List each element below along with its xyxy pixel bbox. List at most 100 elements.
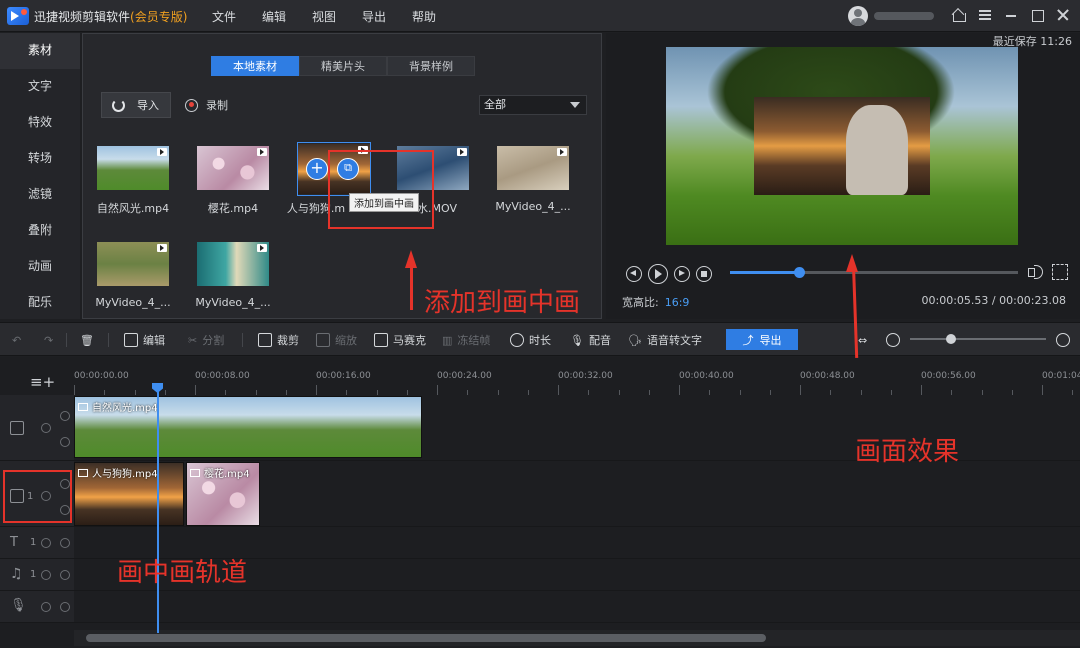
annotation-box-add-pip xyxy=(328,150,434,229)
minimize-icon[interactable] xyxy=(1002,6,1020,24)
add-to-track-button[interactable]: + xyxy=(306,158,328,180)
fit-timeline-icon[interactable]: ⇔ xyxy=(858,331,867,349)
play-icon[interactable] xyxy=(648,264,668,284)
video-badge-icon xyxy=(257,148,267,156)
volume-icon[interactable] xyxy=(1026,264,1044,280)
speech-to-text-button[interactable]: 🗣 语音转文字 xyxy=(628,331,702,349)
speaker-icon[interactable] xyxy=(60,570,70,580)
library-tabs: 本地素材 精美片头 背景样例 xyxy=(211,56,475,76)
export-button[interactable]: ⤴ 导出 xyxy=(726,329,798,350)
record-label: 录制 xyxy=(206,99,228,112)
sidebar-item-material[interactable]: 素材 xyxy=(0,33,80,69)
media-thumb-myvideo[interactable] xyxy=(197,242,269,286)
music-track-number: 1 xyxy=(30,569,37,580)
stop-icon[interactable] xyxy=(696,266,712,282)
tab-intros[interactable]: 精美片头 xyxy=(299,56,387,76)
tab-local-media[interactable]: 本地素材 xyxy=(211,56,299,76)
lock-icon[interactable] xyxy=(41,538,51,548)
home-icon[interactable] xyxy=(950,6,968,24)
media-thumb-sakura[interactable] xyxy=(197,146,269,190)
timeline-zoom-slider[interactable] xyxy=(910,338,1046,340)
clip-nature[interactable]: 自然风光.mp4 xyxy=(74,396,422,458)
previous-frame-icon[interactable] xyxy=(626,266,642,282)
video-badge-icon xyxy=(190,468,200,477)
menu-export[interactable]: 导出 xyxy=(362,8,412,25)
close-icon[interactable] xyxy=(1054,6,1072,24)
user-avatar[interactable] xyxy=(848,6,868,26)
import-button[interactable]: 导入 xyxy=(101,92,171,118)
mosaic-button[interactable]: 马赛克 xyxy=(374,331,426,349)
menu-icon[interactable] xyxy=(976,6,994,24)
lock-icon[interactable] xyxy=(41,570,51,580)
track-voice xyxy=(74,591,1080,623)
zoom-out-icon[interactable] xyxy=(886,331,900,349)
record-icon xyxy=(185,98,198,112)
zoom-in-icon[interactable] xyxy=(1056,331,1070,349)
timeline-zoom-handle[interactable] xyxy=(945,334,956,344)
clip-sakura[interactable]: 樱花.mp4 xyxy=(186,462,260,526)
title-bar: 迅捷视频剪辑软件(会员专版) 文件 编辑 视图 导出 帮助 xyxy=(0,0,1080,32)
media-label: 樱花.mp4 xyxy=(207,202,259,215)
tab-backgrounds[interactable]: 背景样例 xyxy=(387,56,475,76)
crop-button[interactable]: 裁剪 xyxy=(258,331,299,349)
timeline-scrollbar[interactable] xyxy=(86,634,766,642)
dub-button[interactable]: 🎙 配音 xyxy=(570,331,611,349)
aspect-ratio[interactable]: 宽高比: 16:9 xyxy=(622,294,689,310)
ruler-tick-label: 00:00:40.00 xyxy=(679,371,734,381)
lock-icon[interactable] xyxy=(41,602,51,612)
sidebar-item-animation[interactable]: 动画 xyxy=(0,249,80,285)
ruler-tick-label: 00:00:56.00 xyxy=(921,371,976,381)
split-button[interactable]: ✂ 分割 xyxy=(188,331,224,349)
seek-handle[interactable] xyxy=(794,267,806,278)
record-option[interactable]: 录制 xyxy=(185,97,228,113)
timeline: ≡+ 00:00:00.00 00:00:08.00 00:00:16.00 00:0… xyxy=(0,357,1080,648)
speaker-icon[interactable] xyxy=(60,602,70,612)
timecode: 00:00:05.53 / 00:00:23.08 xyxy=(921,294,1067,307)
sidebar-item-transitions[interactable]: 转场 xyxy=(0,141,80,177)
freeze-frame-button[interactable]: ▥ 冻结帧 xyxy=(442,331,490,349)
time-ruler[interactable]: 00:00:00.00 00:00:08.00 00:00:16.00 00:00:2… xyxy=(74,367,1080,397)
add-track-icon[interactable]: ≡+ xyxy=(30,373,55,391)
redo-icon[interactable]: ↷ xyxy=(44,331,53,349)
filter-select[interactable]: 全部 xyxy=(479,95,587,115)
menu-help[interactable]: 帮助 xyxy=(412,8,462,25)
undo-icon[interactable]: ↶ xyxy=(12,331,21,349)
clip-dog[interactable]: 人与狗狗.mp4 xyxy=(74,462,184,526)
annotation-arrow-add-pip xyxy=(410,262,413,310)
eye-icon[interactable] xyxy=(60,538,70,548)
ruler-tick xyxy=(558,385,559,395)
media-label: MyVideo_4_... xyxy=(95,296,171,309)
fullscreen-icon[interactable] xyxy=(1052,264,1068,280)
menu-file[interactable]: 文件 xyxy=(212,8,262,25)
duration-button[interactable]: 时长 xyxy=(510,331,551,349)
eye-icon[interactable] xyxy=(60,411,70,421)
preview-pip-overlay[interactable] xyxy=(754,97,930,195)
zoom-button[interactable]: 缩放 xyxy=(316,331,357,349)
playhead[interactable] xyxy=(157,383,159,633)
menu-view[interactable]: 视图 xyxy=(312,8,362,25)
speaker-icon[interactable] xyxy=(60,437,70,447)
microphone-icon: 🎙 xyxy=(570,333,584,347)
next-frame-icon[interactable] xyxy=(674,266,690,282)
sidebar-item-music[interactable]: 配乐 xyxy=(0,285,80,321)
import-label: 导入 xyxy=(137,99,159,112)
media-thumb-nature[interactable] xyxy=(97,146,169,190)
edit-button[interactable]: 编辑 xyxy=(124,331,165,349)
seek-bar[interactable] xyxy=(730,267,1018,278)
music-note-icon: ♫ xyxy=(10,566,23,582)
lock-icon[interactable] xyxy=(41,423,51,433)
annotation-pip-track: 画中画轨道 xyxy=(117,558,248,588)
maximize-icon[interactable] xyxy=(1028,6,1046,24)
import-icon xyxy=(112,98,125,112)
menu-edit[interactable]: 编辑 xyxy=(262,8,312,25)
delete-icon[interactable]: 🗑 xyxy=(80,331,94,349)
media-thumb-myvideo[interactable] xyxy=(497,146,569,190)
sidebar-item-effects[interactable]: 特效 xyxy=(0,105,80,141)
sidebar-item-text[interactable]: 文字 xyxy=(0,69,80,105)
export-icon: ⤴ xyxy=(742,333,754,347)
track-head-music: ♫ 1 xyxy=(0,559,74,591)
sidebar-item-filters[interactable]: 滤镜 xyxy=(0,177,80,213)
sidebar-item-overlays[interactable]: 叠附 xyxy=(0,213,80,249)
track-head-voice: 🎙 xyxy=(0,591,74,623)
media-thumb-myvideo[interactable] xyxy=(97,242,169,286)
